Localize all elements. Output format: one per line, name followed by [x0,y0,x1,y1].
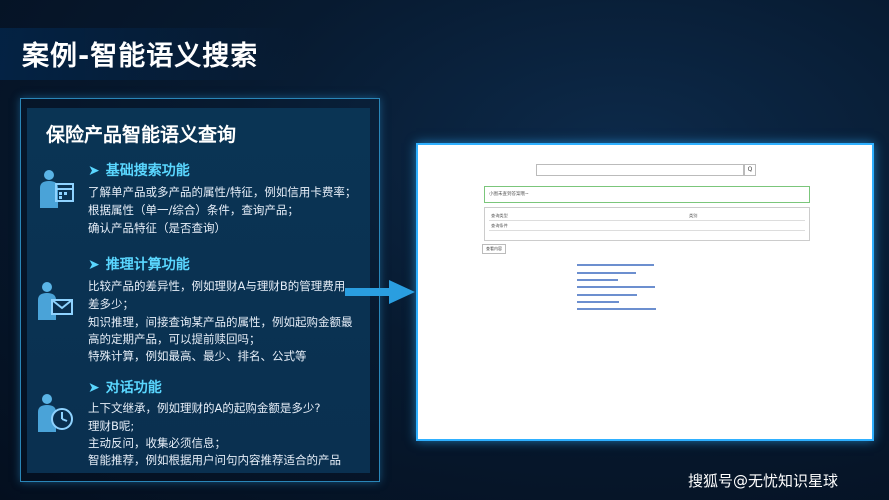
section-line: 主动反问，收集必须信息； [88,436,226,450]
chevron-right-icon: ➤ [88,163,100,179]
slide-title: 案例-智能语义搜索 [22,41,259,72]
list-item[interactable] [577,276,656,283]
list-item-text-placeholder [577,308,656,311]
list-item-text-placeholder [577,301,619,304]
section-line: 上下文继承，例如理财的A的起购金额是多少? [88,401,321,415]
answer-box: 小图未查到答案哦~ [484,186,810,203]
section-line: 根据属性（单一/综合）条件，查询产品； [88,203,299,217]
section-line: 理财B呢; [88,419,135,433]
section-line: 了解单产品或多产品的属性/特征，例如信用卡费率； [88,185,357,199]
list-item[interactable] [577,291,656,298]
section-line: 智能推荐，例如根据用户问句内容推荐适合的产品 [88,453,341,467]
list-item-text-placeholder [577,264,654,267]
business-person-calendar-icon [38,168,76,208]
list-item-text-placeholder [577,293,637,296]
list-item[interactable] [577,261,656,268]
section-line: 高的定期产品，可以提前赎回吗； [88,332,261,346]
business-person-clock-icon [36,392,74,432]
section-heading-basic-search: ➤ 基础搜索功能 [88,163,190,179]
panel-title: 保险产品智能语义查询 [46,124,237,146]
arrow-right-icon [345,280,415,308]
chevron-right-icon: ➤ [88,257,100,273]
business-person-mail-icon [36,280,74,320]
table-row: 查询类型 类别 [489,211,805,221]
list-item[interactable] [577,305,656,312]
answer-text: 小图未查到答案哦~ [489,192,529,197]
section-line: 确认产品特征（是否查询） [88,221,226,235]
result-table: 查询类型 类别 查询条件 [484,207,810,241]
view-button[interactable]: 查看内容 [482,244,506,254]
list-item[interactable] [577,283,656,290]
faq-list [577,254,656,313]
watermark: 搜狐号@无忧知识星球 [688,472,839,490]
table-row: 查询条件 [489,221,805,231]
section-heading-dialog: ➤ 对话功能 [88,380,162,396]
table-cell: 查询类型 [491,213,508,218]
section-line: 差多少； [88,297,134,311]
list-item-text-placeholder [577,279,618,282]
chevron-right-icon: ➤ [88,380,100,396]
list-item[interactable] [577,298,656,305]
list-item-text-placeholder [577,271,636,274]
demo-screenshot: Q 小图未查到答案哦~ 查询类型 类别 查询条件 查看内容 [424,152,870,426]
table-cell: 类别 [689,213,698,218]
section-line: 比较产品的差异性，例如理财A与理财B的管理费用 [88,279,346,293]
section-line: 知识推理，间接查询某产品的属性，例如起购金额最 [88,315,353,329]
section-line: 特殊计算，例如最高、最少、排名、公式等 [88,349,307,363]
list-item[interactable] [577,269,656,276]
search-input[interactable] [536,164,744,176]
list-item-text-placeholder [577,286,655,289]
section-heading-reasoning: ➤ 推理计算功能 [88,257,190,273]
search-button[interactable]: Q [744,164,756,176]
table-cell: 查询条件 [491,223,508,228]
list-item [577,254,656,261]
